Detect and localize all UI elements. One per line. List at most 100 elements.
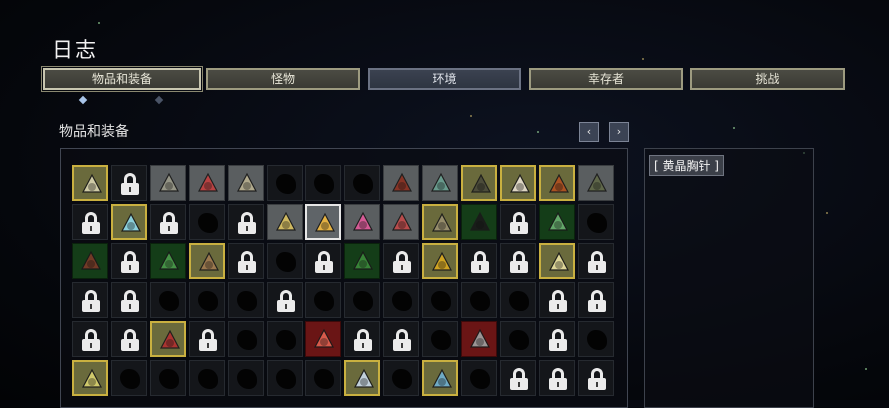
item-slot[interactable] bbox=[110, 359, 147, 396]
item-slot[interactable] bbox=[72, 359, 108, 396]
item-slot[interactable] bbox=[305, 359, 342, 396]
item-slot[interactable] bbox=[344, 242, 381, 279]
item-slot[interactable] bbox=[499, 281, 536, 318]
item-slot[interactable] bbox=[149, 281, 186, 318]
item-slot[interactable] bbox=[110, 281, 147, 318]
item-slot[interactable] bbox=[110, 203, 147, 240]
item-slot[interactable] bbox=[461, 165, 497, 201]
item-slot[interactable] bbox=[422, 203, 459, 240]
item-slot[interactable] bbox=[422, 320, 459, 357]
item-slot[interactable] bbox=[383, 320, 420, 357]
item-slot[interactable] bbox=[72, 281, 108, 318]
item-slot[interactable] bbox=[344, 281, 381, 318]
item-slot[interactable] bbox=[305, 242, 342, 279]
item-slot[interactable] bbox=[344, 203, 381, 240]
item-slot[interactable] bbox=[227, 203, 264, 240]
next-page-button[interactable]: › bbox=[609, 122, 629, 142]
item-slot[interactable] bbox=[461, 203, 497, 240]
brooch-icon bbox=[312, 211, 338, 237]
item-slot[interactable] bbox=[72, 320, 108, 357]
tab-survivors[interactable]: 幸存者 bbox=[529, 68, 683, 90]
item-slot[interactable] bbox=[188, 320, 225, 357]
item-slot[interactable] bbox=[383, 165, 420, 201]
item-slot[interactable] bbox=[422, 242, 459, 279]
item-slot[interactable] bbox=[577, 165, 614, 201]
tab-challenges[interactable]: 挑战 bbox=[690, 68, 845, 90]
item-slot[interactable] bbox=[577, 359, 614, 396]
item-slot[interactable] bbox=[344, 165, 381, 201]
item-slot[interactable] bbox=[538, 165, 575, 201]
item-slot[interactable] bbox=[188, 281, 225, 318]
item-slot[interactable] bbox=[422, 359, 459, 396]
item-slot[interactable] bbox=[188, 242, 225, 279]
item-slot[interactable] bbox=[383, 281, 420, 318]
item-slot[interactable] bbox=[305, 320, 342, 357]
item-slot[interactable] bbox=[422, 281, 459, 318]
item-slot[interactable] bbox=[72, 203, 108, 240]
item-slot[interactable] bbox=[227, 242, 264, 279]
item-slot[interactable] bbox=[461, 359, 497, 396]
item-slot[interactable] bbox=[499, 165, 536, 201]
item-slot[interactable] bbox=[422, 165, 459, 201]
item-slot[interactable] bbox=[110, 320, 147, 357]
page-indicator-active bbox=[78, 95, 88, 105]
item-slot[interactable] bbox=[577, 320, 614, 357]
item-slot[interactable] bbox=[538, 281, 575, 318]
item-slot[interactable] bbox=[188, 203, 225, 240]
item-slot[interactable] bbox=[344, 359, 381, 396]
item-slot[interactable] bbox=[149, 320, 186, 357]
item-slot[interactable] bbox=[72, 165, 108, 201]
item-slot[interactable] bbox=[266, 359, 303, 396]
item-slot[interactable] bbox=[149, 359, 186, 396]
item-slot[interactable] bbox=[266, 165, 303, 201]
chest-icon bbox=[78, 249, 104, 275]
item-slot[interactable] bbox=[383, 242, 420, 279]
unknown-item-silhouette-icon bbox=[119, 368, 140, 389]
item-slot[interactable] bbox=[227, 320, 264, 357]
item-slot[interactable] bbox=[266, 320, 303, 357]
item-slot[interactable] bbox=[266, 242, 303, 279]
lock-icon bbox=[509, 250, 529, 273]
item-slot[interactable] bbox=[383, 359, 420, 396]
tab-items[interactable]: 物品和装备 bbox=[41, 66, 203, 92]
item-slot[interactable] bbox=[110, 165, 147, 201]
item-slot[interactable] bbox=[577, 242, 614, 279]
item-slot[interactable] bbox=[461, 242, 497, 279]
item-slot[interactable] bbox=[72, 242, 108, 279]
tab-environment[interactable]: 环境 bbox=[368, 68, 521, 90]
item-slot[interactable] bbox=[577, 281, 614, 318]
item-slot[interactable] bbox=[149, 203, 186, 240]
item-slot[interactable] bbox=[344, 320, 381, 357]
item-slot[interactable] bbox=[266, 203, 303, 240]
item-slot[interactable] bbox=[266, 281, 303, 318]
item-slot[interactable] bbox=[499, 203, 536, 240]
item-slot[interactable] bbox=[305, 165, 342, 201]
item-slot[interactable] bbox=[305, 281, 342, 318]
item-slot[interactable] bbox=[538, 242, 575, 279]
item-slot[interactable] bbox=[499, 320, 536, 357]
glasses-icon bbox=[195, 171, 221, 197]
item-slot[interactable] bbox=[538, 203, 575, 240]
item-slot[interactable] bbox=[499, 359, 536, 396]
item-slot[interactable] bbox=[577, 203, 614, 240]
lock-icon bbox=[548, 289, 568, 312]
item-slot[interactable] bbox=[305, 203, 342, 240]
item-slot[interactable] bbox=[188, 165, 225, 201]
item-slot[interactable] bbox=[499, 242, 536, 279]
item-slot[interactable] bbox=[383, 203, 420, 240]
item-slot[interactable] bbox=[538, 359, 575, 396]
prev-page-button[interactable]: ‹ bbox=[579, 122, 599, 142]
item-slot[interactable] bbox=[461, 281, 497, 318]
item-slot[interactable] bbox=[227, 165, 264, 201]
item-slot[interactable] bbox=[227, 281, 264, 318]
tab-monsters[interactable]: 怪物 bbox=[206, 68, 360, 90]
unknown-item-silhouette-icon bbox=[431, 329, 452, 350]
item-slot[interactable] bbox=[188, 359, 225, 396]
item-slot[interactable] bbox=[461, 320, 497, 357]
item-slot[interactable] bbox=[227, 359, 264, 396]
item-slot[interactable] bbox=[538, 320, 575, 357]
item-slot[interactable] bbox=[149, 242, 186, 279]
item-slot[interactable] bbox=[149, 165, 186, 201]
medkit-icon bbox=[507, 172, 533, 198]
item-slot[interactable] bbox=[110, 242, 147, 279]
